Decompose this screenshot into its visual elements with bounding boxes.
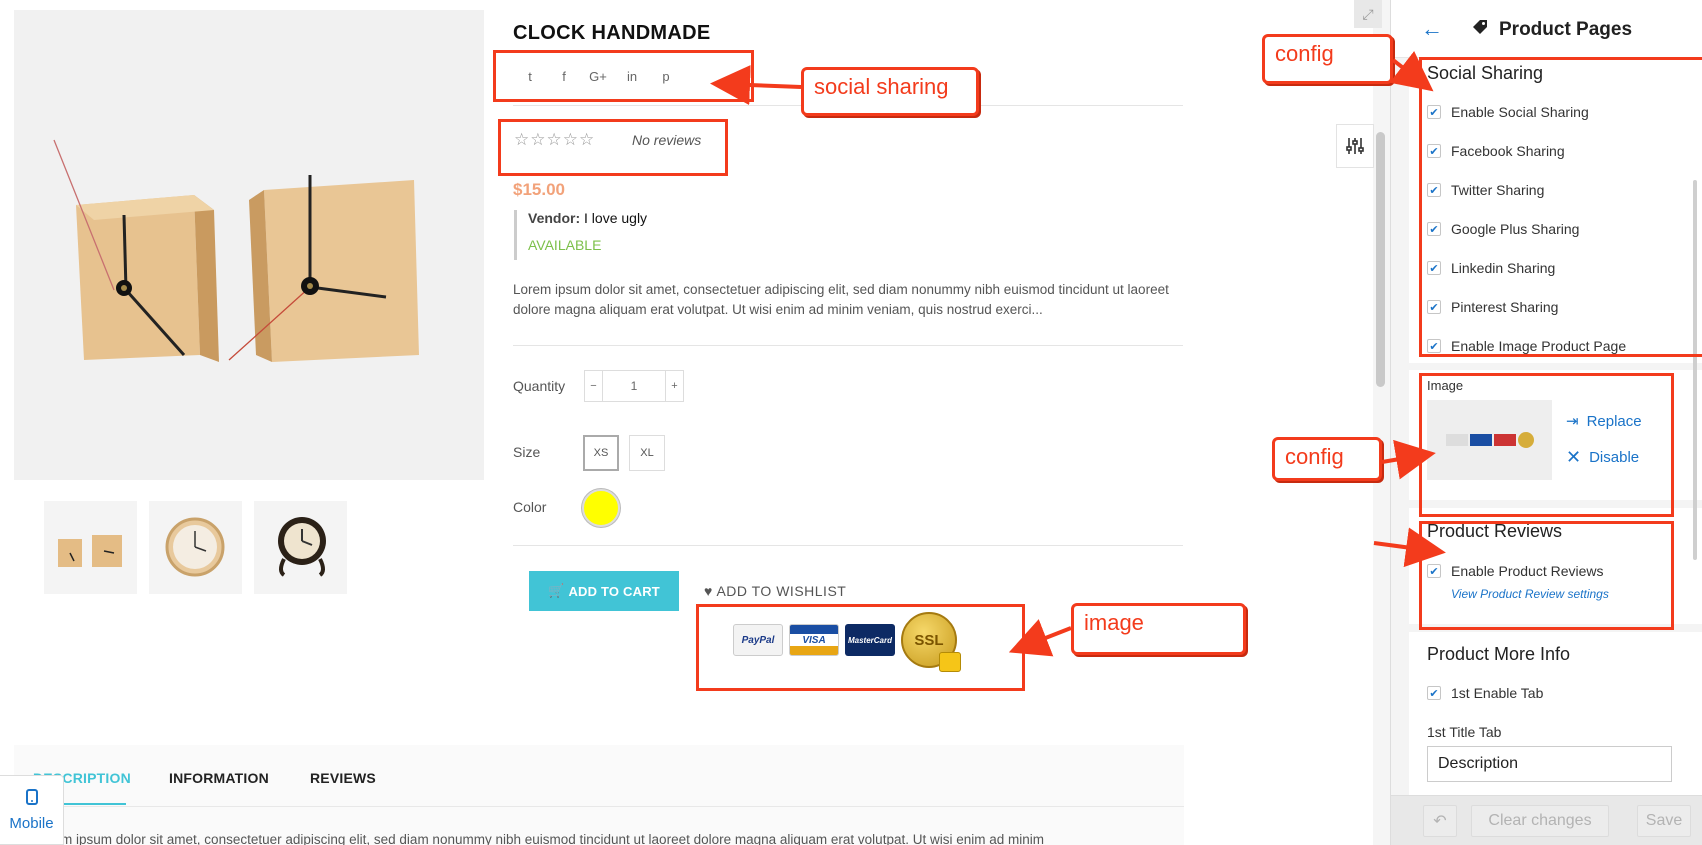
- annotation-arrows: [710, 51, 1446, 657]
